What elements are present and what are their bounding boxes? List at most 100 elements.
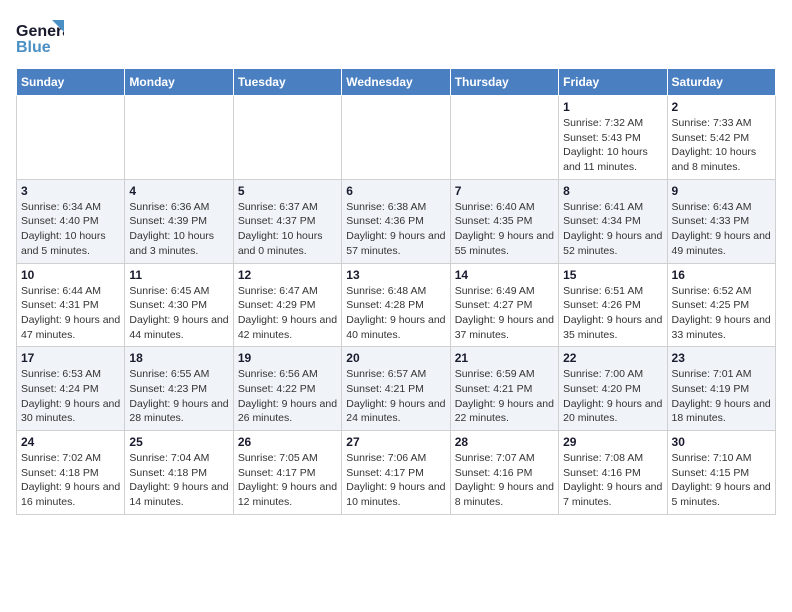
calendar-cell: 23 Sunrise: 7:01 AM Sunset: 4:19 PM Dayli… [667,347,775,431]
svg-text:Blue: Blue [16,39,51,56]
day-number: 3 [21,184,120,198]
calendar-cell: 2 Sunrise: 7:33 AM Sunset: 5:42 PM Daylig… [667,96,775,180]
day-number: 2 [672,100,771,114]
day-info: Sunrise: 6:52 AM Sunset: 4:25 PM Dayligh… [672,284,771,343]
calendar-cell: 17Sunrise: 6:53 AM Sunset: 4:24 PM Dayli… [17,347,125,431]
calendar-cell: 12 Sunrise: 6:47 AM Sunset: 4:29 PM Dayli… [233,263,341,347]
day-info: Sunrise: 6:44 AM Sunset: 4:31 PM Dayligh… [21,284,120,343]
day-number: 11 [129,268,228,282]
day-number: 5 [238,184,337,198]
calendar-cell: 25 Sunrise: 7:04 AM Sunset: 4:18 PM Dayli… [125,431,233,515]
day-number: 24 [21,435,120,449]
day-info: Sunrise: 6:51 AM Sunset: 4:26 PM Dayligh… [563,284,662,343]
day-number: 25 [129,435,228,449]
calendar-cell: 3 Sunrise: 6:34 AM Sunset: 4:40 PM Daylig… [17,179,125,263]
day-info: Sunrise: 6:56 AM Sunset: 4:22 PM Dayligh… [238,367,337,426]
calendar-cell: 16 Sunrise: 6:52 AM Sunset: 4:25 PM Dayli… [667,263,775,347]
day-info: Sunrise: 6:36 AM Sunset: 4:39 PM Dayligh… [129,200,228,259]
day-number: 4 [129,184,228,198]
calendar-cell [233,96,341,180]
calendar-cell: 7 Sunrise: 6:40 AM Sunset: 4:35 PM Daylig… [450,179,558,263]
day-info: Sunrise: 6:55 AM Sunset: 4:23 PM Dayligh… [129,367,228,426]
calendar-cell: 18 Sunrise: 6:55 AM Sunset: 4:23 PM Dayli… [125,347,233,431]
logo-icon: General Blue [16,16,64,58]
day-info: Sunrise: 7:33 AM Sunset: 5:42 PM Dayligh… [672,116,771,175]
day-number: 14 [455,268,554,282]
calendar-cell: 14 Sunrise: 6:49 AM Sunset: 4:27 PM Dayli… [450,263,558,347]
day-info: Sunrise: 7:01 AM Sunset: 4:19 PM Dayligh… [672,367,771,426]
day-info: Sunrise: 6:37 AM Sunset: 4:37 PM Dayligh… [238,200,337,259]
calendar-day-header: Wednesday [342,69,450,96]
day-info: Sunrise: 7:10 AM Sunset: 4:15 PM Dayligh… [672,451,771,510]
calendar-cell [125,96,233,180]
day-info: Sunrise: 7:00 AM Sunset: 4:20 PM Dayligh… [563,367,662,426]
calendar-day-header: Sunday [17,69,125,96]
calendar-cell [17,96,125,180]
calendar-cell: 19 Sunrise: 6:56 AM Sunset: 4:22 PM Dayli… [233,347,341,431]
day-number: 9 [672,184,771,198]
calendar-cell: 6 Sunrise: 6:38 AM Sunset: 4:36 PM Daylig… [342,179,450,263]
calendar-cell: 30 Sunrise: 7:10 AM Sunset: 4:15 PM Dayli… [667,431,775,515]
day-number: 27 [346,435,445,449]
logo: General Blue [16,16,64,58]
day-number: 6 [346,184,445,198]
day-number: 19 [238,351,337,365]
day-info: Sunrise: 6:38 AM Sunset: 4:36 PM Dayligh… [346,200,445,259]
day-info: Sunrise: 7:04 AM Sunset: 4:18 PM Dayligh… [129,451,228,510]
day-info: Sunrise: 7:02 AM Sunset: 4:18 PM Dayligh… [21,451,120,510]
calendar-cell: 24 Sunrise: 7:02 AM Sunset: 4:18 PM Dayli… [17,431,125,515]
calendar-cell: 22 Sunrise: 7:00 AM Sunset: 4:20 PM Dayli… [559,347,667,431]
calendar-day-header: Friday [559,69,667,96]
calendar-cell: 20Sunrise: 6:57 AM Sunset: 4:21 PM Dayli… [342,347,450,431]
day-info: Sunrise: 6:34 AM Sunset: 4:40 PM Dayligh… [21,200,120,259]
calendar-cell: 4 Sunrise: 6:36 AM Sunset: 4:39 PM Daylig… [125,179,233,263]
calendar-day-header: Monday [125,69,233,96]
calendar-table: SundayMondayTuesdayWednesdayThursdayFrid… [16,68,776,515]
page-header: General Blue [16,16,776,58]
day-info: Sunrise: 6:49 AM Sunset: 4:27 PM Dayligh… [455,284,554,343]
calendar-day-header: Tuesday [233,69,341,96]
day-number: 18 [129,351,228,365]
calendar-header-row: SundayMondayTuesdayWednesdayThursdayFrid… [17,69,776,96]
calendar-cell: 5 Sunrise: 6:37 AM Sunset: 4:37 PM Daylig… [233,179,341,263]
day-number: 12 [238,268,337,282]
calendar-cell: 1Sunrise: 7:32 AM Sunset: 5:43 PM Daylig… [559,96,667,180]
day-number: 13 [346,268,445,282]
calendar-cell: 27Sunrise: 7:06 AM Sunset: 4:17 PM Dayli… [342,431,450,515]
day-number: 10 [21,268,120,282]
day-info: Sunrise: 6:57 AM Sunset: 4:21 PM Dayligh… [346,367,445,426]
calendar-cell: 15 Sunrise: 6:51 AM Sunset: 4:26 PM Dayli… [559,263,667,347]
day-number: 28 [455,435,554,449]
day-info: Sunrise: 6:45 AM Sunset: 4:30 PM Dayligh… [129,284,228,343]
calendar-cell: 10 Sunrise: 6:44 AM Sunset: 4:31 PM Dayli… [17,263,125,347]
calendar-cell: 29Sunrise: 7:08 AM Sunset: 4:16 PM Dayli… [559,431,667,515]
day-info: Sunrise: 7:32 AM Sunset: 5:43 PM Dayligh… [563,116,662,175]
day-info: Sunrise: 6:53 AM Sunset: 4:24 PM Dayligh… [21,367,120,426]
day-number: 15 [563,268,662,282]
calendar-cell: 13 Sunrise: 6:48 AM Sunset: 4:28 PM Dayli… [342,263,450,347]
day-number: 30 [672,435,771,449]
day-number: 16 [672,268,771,282]
calendar-cell [342,96,450,180]
calendar-cell [450,96,558,180]
day-info: Sunrise: 6:41 AM Sunset: 4:34 PM Dayligh… [563,200,662,259]
day-number: 21 [455,351,554,365]
day-number: 26 [238,435,337,449]
day-number: 7 [455,184,554,198]
calendar-cell: 9 Sunrise: 6:43 AM Sunset: 4:33 PM Daylig… [667,179,775,263]
day-info: Sunrise: 7:07 AM Sunset: 4:16 PM Dayligh… [455,451,554,510]
day-number: 8 [563,184,662,198]
calendar-cell: 26 Sunrise: 7:05 AM Sunset: 4:17 PM Dayli… [233,431,341,515]
calendar-cell: 21Sunrise: 6:59 AM Sunset: 4:21 PM Dayli… [450,347,558,431]
svg-text:General: General [16,23,64,40]
day-info: Sunrise: 7:08 AM Sunset: 4:16 PM Dayligh… [563,451,662,510]
day-info: Sunrise: 6:43 AM Sunset: 4:33 PM Dayligh… [672,200,771,259]
day-info: Sunrise: 6:48 AM Sunset: 4:28 PM Dayligh… [346,284,445,343]
day-number: 23 [672,351,771,365]
day-info: Sunrise: 7:05 AM Sunset: 4:17 PM Dayligh… [238,451,337,510]
day-info: Sunrise: 6:47 AM Sunset: 4:29 PM Dayligh… [238,284,337,343]
day-info: Sunrise: 6:40 AM Sunset: 4:35 PM Dayligh… [455,200,554,259]
calendar-cell: 28 Sunrise: 7:07 AM Sunset: 4:16 PM Dayli… [450,431,558,515]
day-number: 22 [563,351,662,365]
calendar-cell: 11 Sunrise: 6:45 AM Sunset: 4:30 PM Dayli… [125,263,233,347]
